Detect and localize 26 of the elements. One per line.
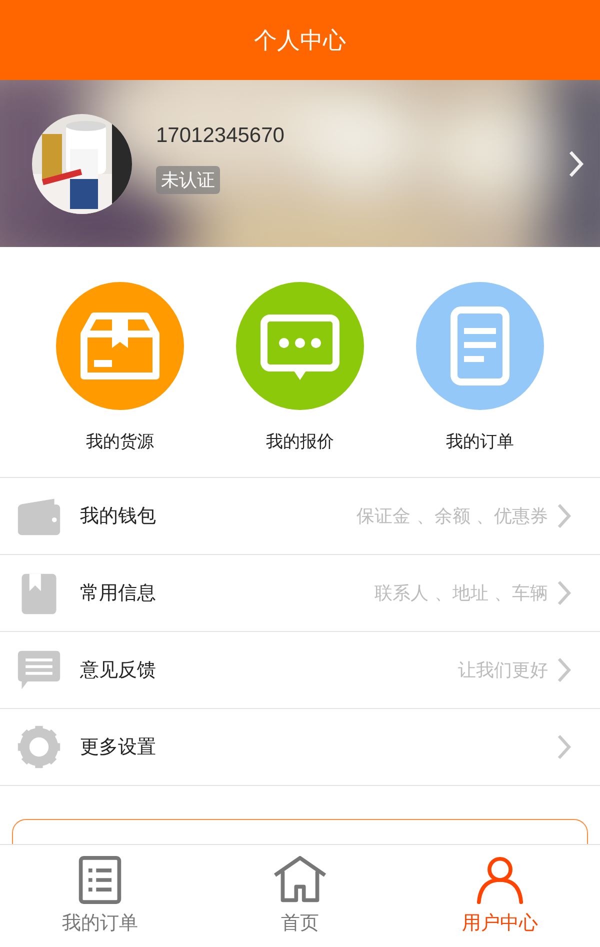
menu-label: 意见反馈 — [80, 658, 157, 683]
menu-hint: 保证金 、余额 、优惠券 — [356, 505, 548, 528]
chevron-right-icon — [556, 734, 572, 760]
chevron-right-icon — [556, 657, 572, 683]
chevron-right-icon — [556, 580, 572, 606]
menu-hint: 让我们更好 — [458, 659, 548, 682]
tab[interactable]: 首页 — [200, 845, 400, 947]
menu-label: 我的钱包 — [80, 504, 157, 529]
chevron-right-icon — [556, 503, 572, 529]
box-icon — [56, 282, 184, 410]
tab[interactable]: 我的订单 — [0, 845, 200, 947]
menu-item[interactable]: 意见反馈 让我们更好 — [0, 632, 600, 709]
shortcut-button[interactable]: 我的订单 — [405, 272, 555, 452]
document-icon — [416, 282, 544, 410]
shortcut-button[interactable]: 我的货源 — [45, 272, 195, 452]
settings-icon — [16, 724, 62, 770]
menu-hint: 联系人 、地址 、车辆 — [374, 582, 548, 605]
menu-item[interactable]: 我的钱包 保证金 、余额 、优惠券 — [0, 478, 600, 555]
menu-label: 常用信息 — [80, 581, 157, 606]
menu-label: 更多设置 — [80, 735, 157, 760]
chat-bubble-icon — [236, 282, 364, 410]
menu-item[interactable]: 更多设置 — [0, 709, 600, 786]
home-icon — [273, 856, 327, 904]
menu-item[interactable]: 常用信息 联系人 、地址 、车辆 — [0, 555, 600, 632]
page-title: 个人中心 — [254, 26, 346, 56]
shortcut-button[interactable]: 我的报价 — [225, 272, 375, 452]
